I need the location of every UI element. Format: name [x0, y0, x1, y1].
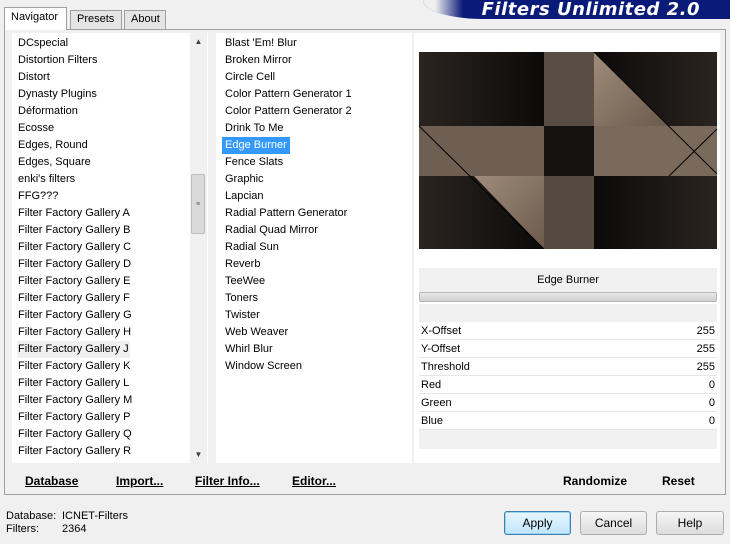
category-item[interactable]: Filter Factory Gallery B [17, 222, 131, 239]
database-label: Database: [6, 510, 57, 522]
filter-item[interactable]: Graphic [222, 171, 267, 188]
filter-item[interactable]: Drink To Me [222, 120, 286, 137]
category-item[interactable]: Dynasty Plugins [17, 86, 98, 103]
param-value: 0 [708, 379, 715, 391]
filter-item[interactable]: Web Weaver [222, 324, 291, 341]
param-label: X-Offset [421, 325, 462, 337]
category-item[interactable]: Ecosse [17, 120, 55, 137]
preset-button-bar: Randomize Reset [419, 464, 720, 492]
filters-count-value: 2364 [62, 523, 87, 535]
database-info: Database: ICNET-Filters Filters: 2364 [6, 510, 128, 536]
filter-item[interactable]: Reverb [222, 256, 263, 273]
param-value: 0 [708, 415, 715, 427]
editor-button-label: Editor... [292, 474, 337, 488]
scroll-thumb[interactable]: ≡ [191, 174, 205, 234]
param-row[interactable]: Y-Offset 255 [419, 340, 717, 358]
category-scrollbar[interactable]: ▲ ≡ ▼ [190, 33, 207, 463]
category-item[interactable]: Filter Factory Gallery A [17, 205, 131, 222]
filter-item[interactable]: Radial Pattern Generator [222, 205, 350, 222]
filter-item[interactable]: Toners [222, 290, 261, 307]
category-item[interactable]: Filter Factory Gallery M [17, 392, 133, 409]
category-item[interactable]: Filter Factory Gallery J [17, 341, 130, 358]
filter-item[interactable]: Fence Slats [222, 154, 286, 171]
param-row[interactable]: Blue 0 [419, 412, 717, 430]
filter-list[interactable]: Blast 'Em! Blur Broken Mirror Circle Cell C… [216, 33, 412, 463]
filter-item[interactable]: Twister [222, 307, 263, 324]
category-item[interactable]: Edges, Square [17, 154, 92, 171]
tab-about[interactable]: About [124, 10, 166, 29]
filter-item[interactable]: Radial Quad Mirror [222, 222, 321, 239]
filter-item[interactable]: Window Screen [222, 358, 305, 375]
category-item[interactable]: Filter Factory Gallery H [17, 324, 132, 341]
filter-item[interactable]: Whirl Blur [222, 341, 276, 358]
progress-bar [419, 292, 717, 302]
param-label: Green [421, 397, 452, 409]
filter-item[interactable]: Color Pattern Generator 1 [222, 86, 355, 103]
category-item[interactable]: Filter Factory Gallery P [17, 409, 131, 426]
filter-info-button-label: Filter Info... [195, 474, 260, 488]
category-item[interactable]: Filter Factory Gallery K [17, 358, 131, 375]
category-item[interactable]: Filter Factory Gallery E [17, 273, 131, 290]
editor-button[interactable]: Editor... [292, 464, 336, 492]
filter-info-button[interactable]: Filter Info... [195, 464, 260, 492]
preview-filter-name: Edge Burner [419, 268, 717, 292]
apply-button[interactable]: Apply [504, 511, 571, 535]
title-banner: Filters Unlimited 2.0 [423, 0, 730, 19]
preview-image [419, 52, 717, 249]
app-title: Filters Unlimited 2.0 [481, 0, 700, 19]
scroll-down-arrow-icon[interactable]: ▼ [190, 446, 207, 463]
param-label: Y-Offset [421, 343, 461, 355]
database-button-label: Database [25, 474, 79, 488]
filter-item[interactable]: Circle Cell [222, 69, 278, 86]
tab-navigator[interactable]: Navigator [4, 7, 67, 30]
category-item[interactable]: Filter Factory Gallery G [17, 307, 133, 324]
category-item[interactable]: Filter Factory Gallery S [17, 460, 131, 463]
filter-item[interactable]: TeeWee [222, 273, 268, 290]
category-item[interactable]: Distort [17, 69, 51, 86]
import-button-label: Import... [116, 474, 164, 488]
category-item[interactable]: Filter Factory Gallery D [17, 256, 132, 273]
param-value: 255 [696, 325, 715, 337]
database-value: ICNET-Filters [62, 510, 128, 522]
category-item[interactable]: Filter Factory Gallery L [17, 375, 130, 392]
param-label: Blue [421, 415, 444, 427]
help-button[interactable]: Help [656, 511, 724, 535]
category-item[interactable]: FFG??? [17, 188, 59, 205]
filter-item[interactable]: Color Pattern Generator 2 [222, 103, 355, 120]
param-row[interactable]: Threshold 255 [419, 358, 717, 376]
param-label: Red [421, 379, 442, 391]
reset-button[interactable]: Reset [662, 464, 695, 492]
cancel-button[interactable]: Cancel [580, 511, 647, 535]
param-value: 255 [696, 343, 715, 355]
filter-item[interactable]: Edge Burner [222, 137, 290, 154]
category-item[interactable]: Distortion Filters [17, 52, 98, 69]
category-item[interactable]: Edges, Round [17, 137, 89, 154]
category-item[interactable]: Déformation [17, 103, 79, 120]
navigator-button-bar: Database Import... Filter Info... Editor… [12, 464, 412, 492]
filter-item[interactable]: Lapcian [222, 188, 267, 205]
filter-item[interactable]: Broken Mirror [222, 52, 295, 69]
scroll-up-arrow-icon[interactable]: ▲ [190, 33, 207, 50]
tab-presets[interactable]: Presets [70, 10, 122, 29]
filter-item[interactable]: Radial Sun [222, 239, 282, 256]
category-item[interactable]: Filter Factory Gallery Q [17, 426, 133, 443]
param-row[interactable]: Red 0 [419, 376, 717, 394]
category-item[interactable]: Filter Factory Gallery F [17, 290, 131, 307]
param-label: Threshold [421, 361, 470, 373]
import-button[interactable]: Import... [116, 464, 163, 492]
filters-count-label: Filters: [6, 523, 39, 535]
param-row[interactable]: Green 0 [419, 394, 717, 412]
filter-item[interactable]: Blast 'Em! Blur [222, 35, 300, 52]
randomize-button[interactable]: Randomize [563, 464, 627, 492]
param-row[interactable]: X-Offset 255 [419, 322, 717, 340]
category-item[interactable]: Filter Factory Gallery C [17, 239, 132, 256]
category-item[interactable]: enki's filters [17, 171, 76, 188]
category-item[interactable]: DCspecial [17, 35, 69, 52]
param-value: 0 [708, 397, 715, 409]
param-value: 255 [696, 361, 715, 373]
database-button[interactable]: Database [25, 464, 78, 492]
category-item[interactable]: Filter Factory Gallery R [17, 443, 132, 460]
category-list[interactable]: DCspecial Distortion Filters Distort Dynast… [12, 33, 208, 463]
